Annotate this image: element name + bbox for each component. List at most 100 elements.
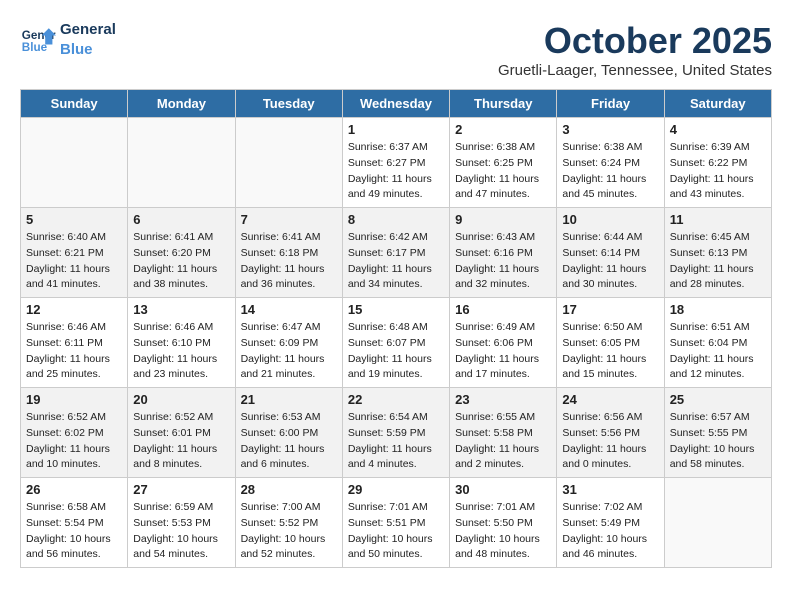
day-info: Sunrise: 6:57 AM Sunset: 5:55 PM Dayligh… [670, 410, 766, 473]
day-header-friday: Friday [557, 90, 664, 118]
calendar-cell [21, 118, 128, 208]
calendar-cell: 7Sunrise: 6:41 AM Sunset: 6:18 PM Daylig… [235, 208, 342, 298]
day-number: 8 [348, 212, 444, 227]
calendar-cell: 2 Sunrise: 6:38 AM Sunset: 6:25 PM Daylig… [450, 118, 557, 208]
calendar-cell: 29 Sunrise: 7:01 AM Sunset: 5:51 PM Dayli… [342, 478, 449, 568]
day-info: Sunrise: 6:44 AM Sunset: 6:14 PM Dayligh… [562, 230, 658, 293]
day-number: 3 [562, 122, 658, 137]
calendar-cell: 19 Sunrise: 6:52 AM Sunset: 6:02 PM Dayli… [21, 388, 128, 478]
calendar-week-2: 5 Sunrise: 6:40 AM Sunset: 6:21 PM Daylig… [21, 208, 772, 298]
day-number: 5 [26, 212, 122, 227]
day-number: 25 [670, 392, 766, 407]
day-header-saturday: Saturday [664, 90, 771, 118]
day-number: 31 [562, 482, 658, 497]
logo-icon: General Blue [20, 26, 56, 54]
calendar-cell: 8 Sunrise: 6:42 AM Sunset: 6:17 PM Daylig… [342, 208, 449, 298]
calendar-cell [128, 118, 235, 208]
day-number: 12 [26, 302, 122, 317]
month-title: October 2025 [498, 20, 772, 62]
day-info: Sunrise: 6:38 AM Sunset: 6:24 PM Dayligh… [562, 140, 658, 203]
day-info: Sunrise: 6:39 AM Sunset: 6:22 PM Dayligh… [670, 140, 766, 203]
day-info: Sunrise: 6:41 AM Sunset: 6:20 PM Dayligh… [133, 230, 229, 293]
calendar-cell: 6 Sunrise: 6:41 AM Sunset: 6:20 PM Daylig… [128, 208, 235, 298]
day-number: 6 [133, 212, 229, 227]
calendar-cell: 20Sunrise: 6:52 AM Sunset: 6:01 PM Dayli… [128, 388, 235, 478]
day-info: Sunrise: 6:50 AM Sunset: 6:05 PM Dayligh… [562, 320, 658, 383]
calendar-week-3: 12 Sunrise: 6:46 AM Sunset: 6:11 PM Dayli… [21, 298, 772, 388]
calendar-week-1: 1 Sunrise: 6:37 AM Sunset: 6:27 PM Daylig… [21, 118, 772, 208]
day-info: Sunrise: 6:55 AM Sunset: 5:58 PM Dayligh… [455, 410, 551, 473]
page-header: General Blue General Blue October 2025 G… [20, 20, 772, 79]
day-info: Sunrise: 6:38 AM Sunset: 6:25 PM Dayligh… [455, 140, 551, 203]
day-number: 22 [348, 392, 444, 407]
calendar-week-5: 26 Sunrise: 6:58 AM Sunset: 5:54 PM Dayli… [21, 478, 772, 568]
calendar-cell: 18Sunrise: 6:51 AM Sunset: 6:04 PM Dayli… [664, 298, 771, 388]
day-info: Sunrise: 6:46 AM Sunset: 6:10 PM Dayligh… [133, 320, 229, 383]
calendar-cell: 26 Sunrise: 6:58 AM Sunset: 5:54 PM Dayli… [21, 478, 128, 568]
day-info: Sunrise: 6:47 AM Sunset: 6:09 PM Dayligh… [241, 320, 337, 383]
calendar-cell: 4 Sunrise: 6:39 AM Sunset: 6:22 PM Daylig… [664, 118, 771, 208]
day-number: 21 [241, 392, 337, 407]
calendar-cell: 14 Sunrise: 6:47 AM Sunset: 6:09 PM Dayli… [235, 298, 342, 388]
day-number: 11 [670, 212, 766, 227]
day-number: 7 [241, 212, 337, 227]
day-number: 16 [455, 302, 551, 317]
day-header-wednesday: Wednesday [342, 90, 449, 118]
day-number: 19 [26, 392, 122, 407]
calendar-cell: 24Sunrise: 6:56 AM Sunset: 5:56 PM Dayli… [557, 388, 664, 478]
day-number: 1 [348, 122, 444, 137]
day-number: 26 [26, 482, 122, 497]
logo-text: General [60, 20, 116, 40]
day-info: Sunrise: 6:52 AM Sunset: 6:02 PM Dayligh… [26, 410, 122, 473]
calendar-cell: 11 Sunrise: 6:45 AM Sunset: 6:13 PM Dayli… [664, 208, 771, 298]
calendar-cell [235, 118, 342, 208]
day-number: 23 [455, 392, 551, 407]
day-info: Sunrise: 6:49 AM Sunset: 6:06 PM Dayligh… [455, 320, 551, 383]
calendar-cell: 10 Sunrise: 6:44 AM Sunset: 6:14 PM Dayli… [557, 208, 664, 298]
day-number: 15 [348, 302, 444, 317]
day-number: 18 [670, 302, 766, 317]
calendar-cell: 22 Sunrise: 6:54 AM Sunset: 5:59 PM Dayli… [342, 388, 449, 478]
day-info: Sunrise: 7:01 AM Sunset: 5:50 PM Dayligh… [455, 500, 551, 563]
day-number: 14 [241, 302, 337, 317]
calendar-cell: 13 Sunrise: 6:46 AM Sunset: 6:10 PM Dayli… [128, 298, 235, 388]
calendar-cell: 9Sunrise: 6:43 AM Sunset: 6:16 PM Daylig… [450, 208, 557, 298]
day-info: Sunrise: 7:01 AM Sunset: 5:51 PM Dayligh… [348, 500, 444, 563]
calendar-cell: 25 Sunrise: 6:57 AM Sunset: 5:55 PM Dayli… [664, 388, 771, 478]
calendar-cell: 21 Sunrise: 6:53 AM Sunset: 6:00 PM Dayli… [235, 388, 342, 478]
calendar-cell: 27Sunrise: 6:59 AM Sunset: 5:53 PM Dayli… [128, 478, 235, 568]
day-info: Sunrise: 6:53 AM Sunset: 6:00 PM Dayligh… [241, 410, 337, 473]
logo: General Blue General Blue [20, 20, 116, 59]
day-info: Sunrise: 6:46 AM Sunset: 6:11 PM Dayligh… [26, 320, 122, 383]
day-info: Sunrise: 6:42 AM Sunset: 6:17 PM Dayligh… [348, 230, 444, 293]
day-info: Sunrise: 6:48 AM Sunset: 6:07 PM Dayligh… [348, 320, 444, 383]
day-header-sunday: Sunday [21, 90, 128, 118]
day-info: Sunrise: 6:52 AM Sunset: 6:01 PM Dayligh… [133, 410, 229, 473]
calendar-cell: 23 Sunrise: 6:55 AM Sunset: 5:58 PM Dayli… [450, 388, 557, 478]
calendar-week-4: 19 Sunrise: 6:52 AM Sunset: 6:02 PM Dayli… [21, 388, 772, 478]
day-info: Sunrise: 7:02 AM Sunset: 5:49 PM Dayligh… [562, 500, 658, 563]
day-info: Sunrise: 6:59 AM Sunset: 5:53 PM Dayligh… [133, 500, 229, 563]
calendar-cell: 28Sunrise: 7:00 AM Sunset: 5:52 PM Dayli… [235, 478, 342, 568]
location: Gruetli-Laager, Tennessee, United States [498, 62, 772, 79]
day-info: Sunrise: 6:58 AM Sunset: 5:54 PM Dayligh… [26, 500, 122, 563]
day-info: Sunrise: 7:00 AM Sunset: 5:52 PM Dayligh… [241, 500, 337, 563]
calendar-table: SundayMondayTuesdayWednesdayThursdayFrid… [20, 89, 772, 568]
day-info: Sunrise: 6:45 AM Sunset: 6:13 PM Dayligh… [670, 230, 766, 293]
day-number: 24 [562, 392, 658, 407]
day-info: Sunrise: 6:37 AM Sunset: 6:27 PM Dayligh… [348, 140, 444, 203]
day-header-thursday: Thursday [450, 90, 557, 118]
calendar-cell [664, 478, 771, 568]
calendar-cell: 15 Sunrise: 6:48 AM Sunset: 6:07 PM Dayli… [342, 298, 449, 388]
day-number: 17 [562, 302, 658, 317]
day-number: 10 [562, 212, 658, 227]
day-number: 29 [348, 482, 444, 497]
calendar-header-row: SundayMondayTuesdayWednesdayThursdayFrid… [21, 90, 772, 118]
day-number: 13 [133, 302, 229, 317]
day-info: Sunrise: 6:54 AM Sunset: 5:59 PM Dayligh… [348, 410, 444, 473]
day-info: Sunrise: 6:40 AM Sunset: 6:21 PM Dayligh… [26, 230, 122, 293]
day-number: 4 [670, 122, 766, 137]
day-header-monday: Monday [128, 90, 235, 118]
day-number: 9 [455, 212, 551, 227]
day-number: 2 [455, 122, 551, 137]
